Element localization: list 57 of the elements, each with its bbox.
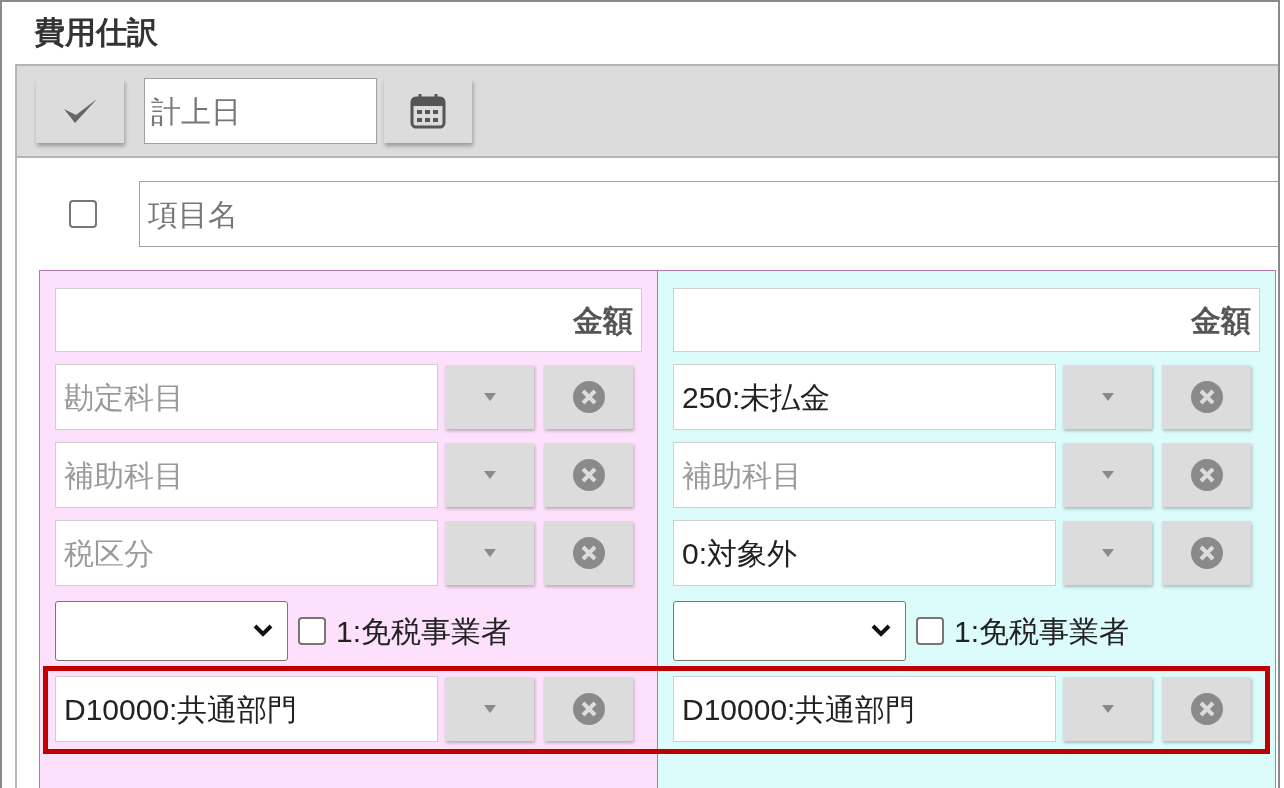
caret-icon	[1100, 704, 1115, 714]
clear-icon	[1189, 458, 1224, 492]
caret-icon	[482, 392, 497, 402]
field-placeholder: 補助科目	[682, 457, 802, 494]
calendar-icon	[408, 91, 448, 131]
clear-button[interactable]	[544, 521, 633, 585]
field-placeholder: 補助科目	[64, 457, 184, 494]
calendar-button[interactable]	[384, 79, 472, 143]
clear-icon	[571, 380, 606, 414]
caret-icon	[482, 470, 497, 480]
caret-icon	[1100, 392, 1115, 402]
clear-button[interactable]	[544, 443, 633, 507]
field-placeholder: 金額	[573, 302, 633, 339]
amount-field[interactable]: 金額	[673, 288, 1260, 352]
caret-icon	[482, 548, 497, 558]
clear-button[interactable]	[544, 677, 633, 741]
clear-button[interactable]	[1162, 677, 1251, 741]
clear-icon	[571, 536, 606, 570]
caret-icon	[1100, 470, 1115, 480]
field-placeholder: 項目名	[148, 196, 238, 233]
lookup-field[interactable]: D10000:共通部門	[55, 676, 438, 742]
clear-button[interactable]	[1162, 521, 1251, 585]
checkbox[interactable]	[69, 200, 97, 228]
field-placeholder: 税区分	[64, 535, 154, 572]
select-field[interactable]	[55, 601, 288, 661]
caret-icon	[482, 704, 497, 714]
clear-icon	[571, 458, 606, 492]
field-value: 0:対象外	[682, 535, 798, 572]
item-name-field[interactable]: 項目名	[139, 181, 1278, 247]
clear-button[interactable]	[544, 365, 633, 429]
lookup-field[interactable]: D10000:共通部門	[673, 676, 1056, 742]
checkbox[interactable]	[298, 617, 326, 645]
checkbox-label: 1:免税事業者	[336, 613, 512, 650]
confirm-button[interactable]	[36, 79, 124, 143]
checkbox-label: 1:免税事業者	[954, 613, 1130, 650]
amount-field[interactable]: 金額	[55, 288, 642, 352]
checkbox[interactable]	[916, 617, 944, 645]
clear-button[interactable]	[1162, 443, 1251, 507]
select-field[interactable]	[673, 601, 906, 661]
field-value: D10000:共通部門	[64, 691, 298, 728]
date-field[interactable]: 計上日	[144, 78, 377, 144]
clear-button[interactable]	[1162, 365, 1251, 429]
clear-icon	[1189, 692, 1224, 726]
lookup-field[interactable]: 0:対象外	[673, 520, 1056, 586]
caret-icon	[1100, 548, 1115, 558]
field-placeholder: 金額	[1191, 302, 1251, 339]
clear-icon	[571, 692, 606, 726]
chevron-down-icon	[871, 624, 891, 638]
clear-icon	[1189, 380, 1224, 414]
field-placeholder: 勘定科目	[64, 379, 184, 416]
field-placeholder: 計上日	[151, 93, 241, 130]
field-value: D10000:共通部門	[682, 691, 916, 728]
clear-icon	[1189, 536, 1224, 570]
field-value: 250:未払金	[682, 379, 831, 416]
chevron-down-icon	[253, 624, 273, 638]
lookup-field[interactable]: 250:未払金	[673, 364, 1056, 430]
window-title: 費用仕訳	[33, 13, 159, 52]
